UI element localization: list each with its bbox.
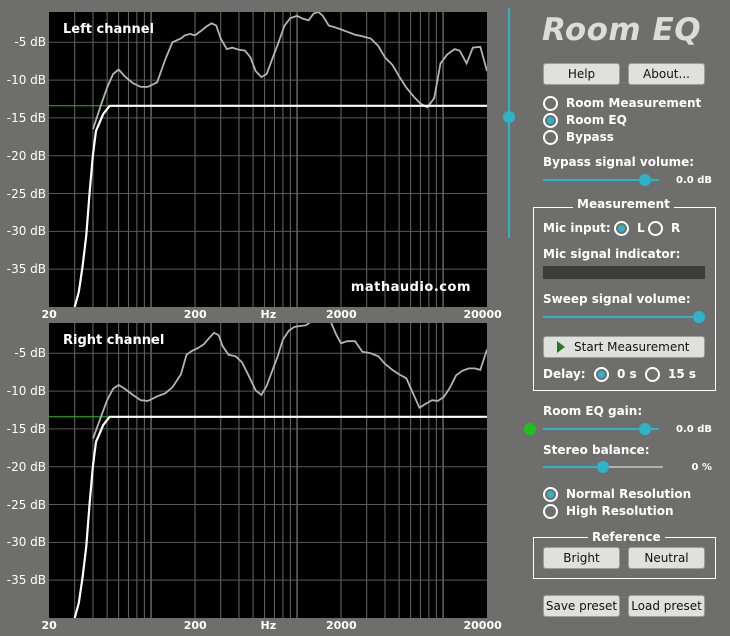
room-eq-gain-indicator-icon [524, 423, 536, 435]
bypass-volume-slider[interactable] [543, 174, 659, 186]
stereo-balance-track-left [543, 466, 603, 468]
mode-bypass-label: Bypass [566, 130, 614, 144]
x-tick-label: 200 [183, 619, 207, 632]
stereo-balance-slider[interactable] [543, 461, 663, 473]
help-button[interactable]: Help [543, 63, 620, 85]
reference-group-title: Reference [588, 530, 665, 544]
radio-icon [645, 366, 660, 382]
sweep-volume-track [543, 316, 699, 318]
left-channel-chart [49, 12, 487, 307]
left-channel-plot: Left channel mathaudio.com [49, 12, 487, 307]
y-tick-label: -5 dB [14, 35, 46, 50]
y-tick-label: -25 dB [6, 497, 46, 512]
y-tick-label: -5 dB [14, 346, 46, 361]
master-level-track [508, 8, 510, 238]
sweep-volume-knob[interactable] [693, 311, 705, 323]
x-tick-label: 2000 [326, 308, 357, 321]
y-tick-label: -10 dB [6, 73, 46, 88]
stereo-balance-knob[interactable] [597, 461, 609, 473]
x-tick-label: Hz [260, 308, 277, 321]
x-tick-label: 20 [41, 308, 57, 321]
room-eq-gain-slider[interactable] [543, 423, 659, 435]
right-channel-title: Right channel [63, 333, 165, 348]
delay-0s[interactable]: 0 s [594, 366, 637, 382]
watermark: mathaudio.com [350, 280, 471, 295]
y-tick-label: -15 dB [6, 110, 46, 125]
play-icon [557, 341, 565, 353]
room-eq-gain-label: Room EQ gain: [543, 404, 643, 418]
y-tick-label: -30 dB [6, 224, 46, 239]
x-tick-label: 20 [41, 619, 57, 632]
mic-signal-indicator [543, 266, 705, 279]
mode-bypass[interactable]: Bypass [543, 129, 614, 145]
mic-input-left-label: L [637, 221, 645, 235]
radio-icon [543, 112, 558, 128]
mic-indicator-label: Mic signal indicator: [543, 247, 681, 261]
left-channel-title: Left channel [63, 22, 155, 37]
mode-room-measurement-label: Room Measurement [566, 96, 702, 110]
resolution-high[interactable]: High Resolution [543, 503, 674, 519]
mic-input-label: Mic input: [543, 221, 611, 235]
x-tick-label: Hz [260, 619, 277, 632]
x-tick-label: 2000 [326, 619, 357, 632]
mode-room-measurement[interactable]: Room Measurement [543, 95, 701, 111]
master-level-slider[interactable] [500, 8, 518, 240]
master-level-knob[interactable] [503, 110, 515, 123]
stereo-balance-track-right [603, 466, 663, 468]
radio-icon [543, 129, 558, 145]
y-tick-label: -30 dB [6, 535, 46, 550]
mode-room-eq[interactable]: Room EQ [543, 112, 627, 128]
y-tick-label: -25 dB [6, 186, 46, 201]
delay-15s[interactable]: 15 s [645, 366, 696, 382]
mic-input-right-label: R [671, 221, 681, 235]
load-preset-button[interactable]: Load preset [628, 595, 705, 617]
stereo-balance-value: 0 % [691, 462, 712, 473]
y-tick-label: -20 dB [6, 459, 46, 474]
radio-icon [543, 486, 558, 502]
resolution-high-label: High Resolution [566, 504, 674, 518]
x-tick-label: 200 [183, 308, 207, 321]
x-tick-label: 20000 [463, 619, 502, 632]
mode-room-eq-label: Room EQ [566, 113, 627, 127]
right-channel-plot: Right channel [49, 323, 487, 618]
y-tick-label: -20 dB [6, 148, 46, 163]
reference-neutral-button[interactable]: Neutral [628, 547, 705, 569]
stereo-balance-label: Stereo balance: [543, 443, 650, 457]
radio-icon [614, 220, 629, 236]
mic-input-right[interactable]: R [648, 220, 680, 236]
bypass-volume-label: Bypass signal volume: [543, 155, 695, 169]
start-measurement-button[interactable]: Start Measurement [543, 336, 705, 358]
y-tick-label: -10 dB [6, 384, 46, 399]
app-title: Room EQ [542, 12, 702, 48]
reference-bright-button[interactable]: Bright [543, 547, 620, 569]
mic-input-left[interactable]: L [614, 220, 645, 236]
save-preset-button[interactable]: Save preset [543, 595, 620, 617]
delay-15s-label: 15 s [668, 367, 697, 381]
delay-label: Delay: [543, 367, 586, 381]
delay-0s-label: 0 s [617, 367, 637, 381]
start-measurement-label: Start Measurement [574, 340, 690, 354]
measurement-group-title: Measurement [573, 197, 674, 211]
about-button[interactable]: About... [628, 63, 705, 85]
y-tick-label: -15 dB [6, 421, 46, 436]
radio-icon [594, 366, 609, 382]
bypass-volume-value: 0.0 dB [676, 175, 712, 186]
resolution-normal[interactable]: Normal Resolution [543, 486, 691, 502]
y-tick-label: -35 dB [6, 573, 46, 588]
sweep-volume-slider[interactable] [543, 311, 705, 323]
resolution-normal-label: Normal Resolution [566, 487, 692, 501]
bypass-volume-knob[interactable] [639, 174, 652, 186]
x-tick-label: 20000 [463, 308, 502, 321]
sweep-volume-label: Sweep signal volume: [543, 292, 691, 306]
room-eq-gain-value: 0.0 dB [676, 424, 712, 435]
room-eq-gain-knob[interactable] [639, 423, 652, 435]
radio-icon [543, 95, 558, 111]
right-channel-chart [49, 323, 487, 618]
radio-icon [648, 220, 663, 236]
radio-icon [543, 503, 558, 519]
y-tick-label: -35 dB [6, 262, 46, 277]
